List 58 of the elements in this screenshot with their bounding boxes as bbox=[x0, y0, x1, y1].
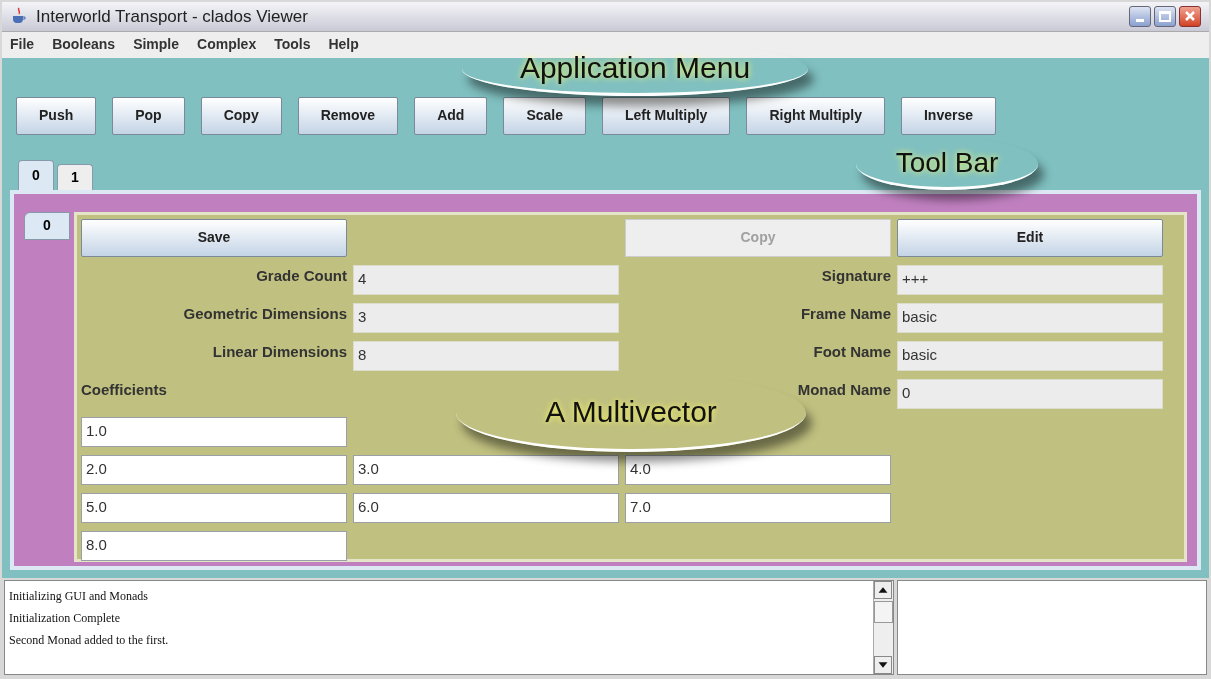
text-field[interactable]: 4 bbox=[353, 264, 619, 295]
close-icon bbox=[1184, 10, 1196, 23]
scroll-thumb[interactable] bbox=[874, 600, 893, 623]
field-label: Monad Name bbox=[797, 379, 891, 400]
log-line: Initialization Complete bbox=[9, 609, 121, 627]
toolbar-button[interactable]: Add bbox=[414, 96, 488, 135]
tab[interactable]: 0 bbox=[24, 211, 70, 240]
text-field[interactable]: 6.0 bbox=[353, 492, 619, 523]
menu-item[interactable]: File bbox=[10, 34, 35, 56]
toolbar-button[interactable]: Copy bbox=[200, 96, 282, 135]
toolbar-button[interactable]: Inverse bbox=[900, 96, 996, 135]
text-field[interactable]: 1.0 bbox=[81, 416, 347, 447]
text-field[interactable]: 3 bbox=[353, 302, 619, 333]
callout-bubble: Tool Bar bbox=[856, 138, 1038, 190]
text-field[interactable]: 3.0 bbox=[353, 454, 619, 485]
field-label: Coefficients bbox=[81, 379, 167, 400]
log-line: Second Monad added to the first. bbox=[9, 631, 170, 649]
text-field[interactable]: 0 bbox=[897, 378, 1163, 409]
field-label: Grade Count bbox=[256, 265, 347, 286]
text-field[interactable]: 8.0 bbox=[81, 530, 347, 561]
field-label: Foot Name bbox=[813, 341, 891, 362]
menu-item[interactable]: Help bbox=[328, 34, 359, 56]
scrollbar[interactable] bbox=[873, 580, 893, 674]
field-label: Geometric Dimensions bbox=[183, 303, 347, 324]
maximize-button[interactable] bbox=[1154, 5, 1176, 27]
toolbar-button[interactable]: Left Multiply bbox=[601, 96, 731, 135]
panel-button[interactable]: Save bbox=[81, 218, 347, 257]
window-title: Interworld Transport - clados Viewer bbox=[36, 5, 308, 28]
text-field[interactable]: 7.0 bbox=[625, 492, 891, 523]
log-line: Initializing GUI and Monads bbox=[9, 587, 149, 605]
toolbar-button[interactable]: Push bbox=[16, 96, 97, 135]
text-field[interactable]: 2.0 bbox=[81, 454, 347, 485]
field-label: Linear Dimensions bbox=[212, 341, 347, 362]
toolbar-button[interactable]: Remove bbox=[297, 96, 399, 135]
toolbar-button[interactable]: Pop bbox=[112, 96, 185, 135]
tab[interactable]: 1 bbox=[57, 163, 93, 190]
toolbar-button[interactable]: Scale bbox=[503, 96, 586, 135]
text-field[interactable]: 5.0 bbox=[81, 492, 347, 523]
maximize-icon bbox=[1159, 10, 1171, 22]
toolbar-button[interactable]: Right Multiply bbox=[746, 96, 885, 135]
menu-item[interactable]: Complex bbox=[197, 34, 257, 56]
text-field[interactable]: basic bbox=[897, 340, 1163, 371]
callout-bubble: Application Menu bbox=[462, 42, 808, 96]
tab[interactable]: 0 bbox=[18, 159, 54, 190]
panel-button[interactable]: Edit bbox=[897, 218, 1163, 257]
menu-item[interactable]: Booleans bbox=[52, 34, 116, 56]
minimize-button[interactable] bbox=[1129, 5, 1151, 27]
coffee-cup-icon bbox=[10, 7, 28, 26]
text-field[interactable]: 8 bbox=[353, 340, 619, 371]
minimize-icon bbox=[1136, 18, 1144, 22]
menu-item[interactable]: Tools bbox=[274, 34, 311, 56]
field-label: Signature bbox=[821, 265, 891, 286]
text-field[interactable]: basic bbox=[897, 302, 1163, 333]
close-button[interactable] bbox=[1179, 5, 1201, 27]
text-field[interactable]: 4.0 bbox=[625, 454, 891, 485]
text-field[interactable]: +++ bbox=[897, 264, 1163, 295]
menu-item[interactable]: Simple bbox=[133, 34, 180, 56]
field-label: Frame Name bbox=[800, 303, 891, 324]
